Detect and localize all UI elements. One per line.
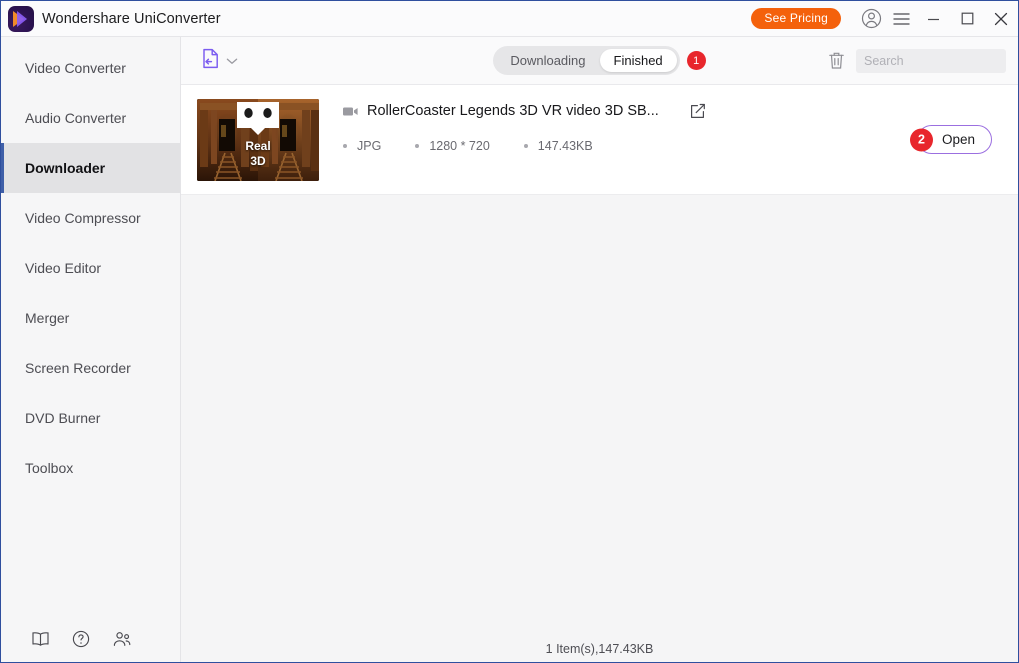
account-avatar-icon[interactable] — [856, 4, 886, 34]
minimize-icon[interactable] — [916, 4, 950, 34]
thumbnail-overlay-line1: Real — [245, 139, 271, 153]
file-meta-row: JPG 1280 * 720 147.43KB — [343, 139, 917, 153]
help-icon[interactable] — [72, 630, 90, 648]
video-camera-icon — [343, 106, 358, 117]
tab-finished[interactable]: Finished — [599, 49, 677, 72]
sidebar: Video Converter Audio Converter Download… — [1, 37, 181, 662]
import-file-icon — [201, 48, 220, 74]
toolbar-right-group — [825, 48, 1006, 73]
tab-downloading[interactable]: Downloading — [496, 49, 599, 72]
book-icon[interactable] — [31, 631, 50, 647]
sidebar-item-label: Video Editor — [25, 260, 102, 276]
status-text: 1 Item(s),147.43KB — [545, 642, 654, 656]
sidebar-item-label: Screen Recorder — [25, 360, 131, 376]
meta-filesize: 147.43KB — [523, 139, 593, 153]
see-pricing-button[interactable]: See Pricing — [751, 8, 841, 29]
app-body: Video Converter Audio Converter Download… — [1, 37, 1018, 662]
tab-switcher: Downloading Finished — [493, 46, 680, 75]
file-thumbnail: Real 3D — [197, 99, 319, 181]
step-badge-2: 2 — [909, 128, 933, 151]
sidebar-item-screen-recorder[interactable]: Screen Recorder — [1, 343, 180, 393]
meta-format-value: JPG — [357, 139, 382, 153]
sidebar-item-downloader[interactable]: Downloader — [1, 143, 180, 193]
thumbnail-overlay-text: Real 3D — [197, 139, 319, 169]
title-bar: Wondershare UniConverter See Pricing — [1, 1, 1018, 37]
sidebar-item-video-compressor[interactable]: Video Compressor — [1, 193, 180, 243]
sidebar-item-dvd-burner[interactable]: DVD Burner — [1, 393, 180, 443]
sidebar-item-merger[interactable]: Merger — [1, 293, 180, 343]
maximize-icon[interactable] — [950, 4, 984, 34]
sidebar-item-label: Audio Converter — [25, 110, 127, 126]
meta-resolution: 1280 * 720 — [415, 139, 490, 153]
meta-filesize-value: 147.43KB — [537, 139, 593, 153]
file-actions: 2 Open — [909, 125, 1002, 154]
status-bar: 1 Item(s),147.43KB — [181, 636, 1018, 662]
close-icon[interactable] — [984, 4, 1018, 34]
hamburger-menu-icon[interactable] — [886, 4, 916, 34]
sidebar-footer — [1, 616, 180, 662]
chevron-down-icon — [226, 57, 238, 65]
sidebar-item-label: DVD Burner — [25, 410, 101, 426]
sidebar-item-label: Toolbox — [25, 460, 74, 476]
sidebar-item-video-editor[interactable]: Video Editor — [1, 243, 180, 293]
sidebar-item-label: Merger — [25, 310, 70, 326]
sidebar-item-label: Video Compressor — [25, 210, 141, 226]
bullet-dot-icon — [343, 144, 347, 148]
app-window: Wondershare UniConverter See Pricing Vid… — [0, 0, 1019, 663]
sidebar-item-label: Downloader — [25, 160, 106, 176]
search-input[interactable] — [856, 48, 1006, 73]
wondershare-logo — [8, 5, 34, 32]
meta-resolution-value: 1280 * 720 — [429, 139, 490, 153]
sidebar-item-toolbox[interactable]: Toolbox — [1, 443, 180, 493]
bullet-dot-icon — [523, 144, 528, 148]
trash-icon[interactable] — [825, 48, 848, 73]
meta-format: JPG — [343, 139, 381, 153]
main-panel: Downloading Finished 1 Search Real 3D Ro… — [181, 37, 1018, 662]
sidebar-item-audio-converter[interactable]: Audio Converter — [1, 93, 180, 143]
file-title-row: RollerCoaster Legends 3D VR video 3D SB.… — [343, 103, 917, 119]
file-title: RollerCoaster Legends 3D VR video 3D SB.… — [367, 103, 659, 119]
edit-icon[interactable] — [690, 103, 706, 119]
downloader-toolbar: Downloading Finished 1 — [181, 37, 1018, 85]
thumbnail-overlay-line2: 3D — [250, 154, 266, 168]
sidebar-item-video-converter[interactable]: Video Converter — [1, 43, 180, 93]
community-icon[interactable] — [112, 631, 132, 648]
bullet-dot-icon — [415, 144, 420, 148]
file-details: RollerCoaster Legends 3D VR video 3D SB.… — [319, 99, 917, 153]
sidebar-item-label: Video Converter — [25, 60, 126, 76]
import-file-button[interactable] — [197, 46, 242, 76]
finished-count-badge: 1 — [686, 51, 706, 70]
app-title: Wondershare UniConverter — [42, 10, 221, 27]
download-list: Real 3D RollerCoaster Legends 3D VR vide… — [181, 85, 1018, 636]
list-item[interactable]: Real 3D RollerCoaster Legends 3D VR vide… — [181, 85, 1018, 195]
